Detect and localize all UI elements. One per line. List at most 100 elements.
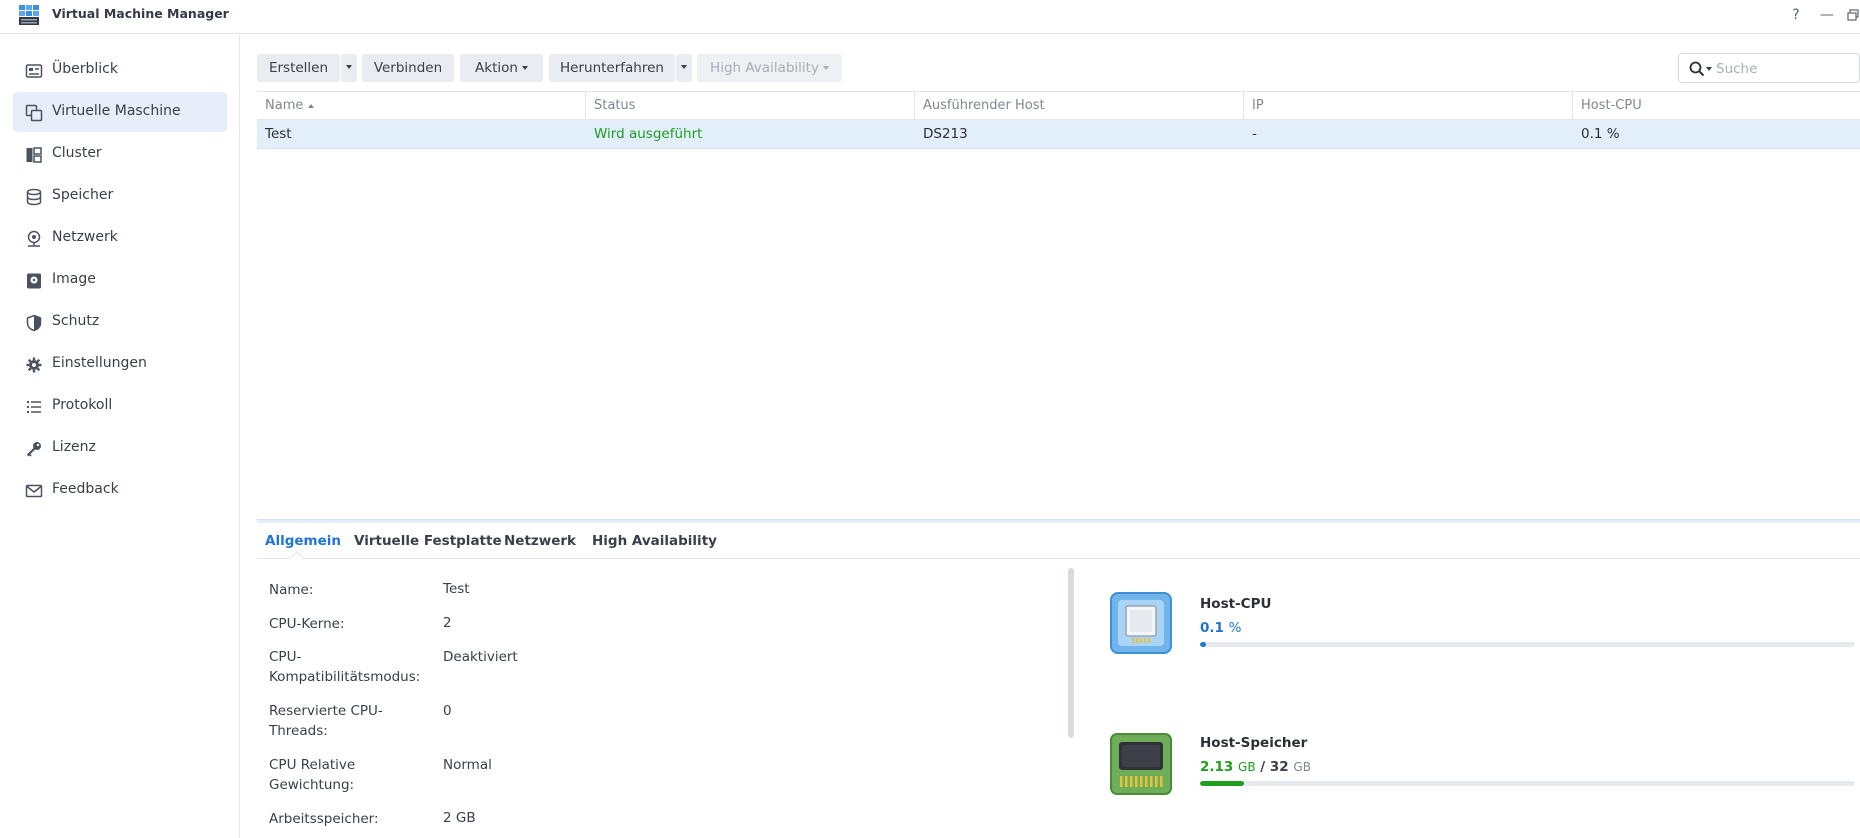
property-label: Arbeitsspeicher:: [269, 811, 379, 827]
sidebar-item-virtual-machine[interactable]: Virtuelle Maschine: [13, 92, 227, 132]
column-header-label: Name: [265, 98, 304, 113]
column-header-host[interactable]: Ausführender Host: [915, 92, 1244, 120]
chevron-down-icon: [521, 66, 528, 70]
search-icon: [1689, 61, 1705, 77]
tab-general[interactable]: Allgemein: [265, 523, 341, 559]
sidebar-item-label: Virtuelle Maschine: [52, 103, 181, 119]
action-button[interactable]: Aktion: [460, 54, 543, 82]
property-label-line: Reservierte CPU-: [269, 703, 383, 719]
memory-module-icon: [1110, 733, 1172, 795]
cpu-chip-icon: [1110, 592, 1172, 654]
cell-status: Wird ausgeführt: [594, 126, 703, 142]
image-icon: [27, 273, 41, 289]
cell-ip: -: [1252, 126, 1257, 142]
shutdown-dropdown-button[interactable]: [676, 54, 692, 82]
sidebar-item-label: Netzwerk: [52, 229, 118, 245]
sidebar-item-label: Protokoll: [52, 397, 113, 413]
property-label-line: CPU Relative: [269, 757, 356, 773]
connect-button[interactable]: Verbinden: [362, 54, 454, 82]
network-icon: [27, 230, 41, 247]
host-cpu-title: Host-CPU: [1200, 596, 1272, 612]
sidebar-item-storage[interactable]: Speicher: [13, 176, 227, 216]
minimize-button[interactable]: —: [1816, 4, 1838, 26]
sidebar-item-label: Überblick: [52, 61, 118, 77]
host-memory-used: 2.13: [1200, 759, 1234, 775]
host-memory-separator: /: [1260, 759, 1266, 775]
host-memory-title: Host-Speicher: [1200, 735, 1308, 751]
property-label: CPU-Kerne:: [269, 616, 345, 632]
shield-icon: [26, 314, 42, 332]
shutdown-button[interactable]: Herunterfahren: [549, 54, 675, 82]
sidebar-item-settings[interactable]: Einstellungen: [13, 344, 227, 384]
storage-icon: [26, 188, 42, 206]
create-dropdown-button[interactable]: [341, 54, 357, 82]
property-label-line: CPU-: [269, 649, 302, 665]
sidebar-item-protection[interactable]: Schutz: [13, 302, 227, 342]
overview-icon: [25, 64, 43, 78]
host-cpu-progress: [1200, 642, 1855, 647]
chevron-down-icon: [346, 64, 352, 69]
sidebar-item-label: Cluster: [52, 145, 102, 161]
sidebar-item-cluster[interactable]: Cluster: [13, 134, 227, 174]
sidebar-item-overview[interactable]: Überblick: [13, 50, 227, 90]
sidebar-item-network[interactable]: Netzwerk: [13, 218, 227, 258]
property-label-line: Kompatibilitätsmodus:: [269, 669, 421, 685]
property-label: Reservierte CPU- Threads:: [269, 701, 429, 741]
high-availability-button[interactable]: High Availability: [697, 54, 842, 82]
host-cpu-progress-fill: [1200, 642, 1206, 647]
property-value: 2 GB: [443, 810, 476, 826]
column-header-name[interactable]: Name: [257, 92, 586, 120]
column-header-host-cpu[interactable]: Host-CPU: [1573, 92, 1860, 120]
restore-window-button[interactable]: [1842, 4, 1860, 26]
virtual-machine-icon: [25, 104, 43, 122]
sidebar-item-image[interactable]: Image: [13, 260, 227, 300]
create-button[interactable]: Erstellen: [257, 54, 340, 82]
chevron-down-icon: [822, 66, 829, 70]
search-box[interactable]: [1678, 53, 1860, 83]
sidebar-item-label: Lizenz: [52, 439, 96, 455]
host-memory-total-unit: GB: [1293, 760, 1311, 774]
chevron-down-icon: [681, 64, 687, 69]
host-cpu-unit: %: [1228, 620, 1242, 636]
action-button-label: Aktion: [475, 60, 518, 76]
detail-scrollbar[interactable]: [1068, 568, 1074, 738]
tab-network[interactable]: Netzwerk: [504, 523, 576, 559]
host-cpu-number: 0.1: [1200, 620, 1224, 636]
sidebar-item-feedback[interactable]: Feedback: [13, 470, 227, 510]
property-label-line: Threads:: [269, 723, 328, 739]
sidebar-item-label: Image: [52, 271, 96, 287]
cluster-icon: [26, 147, 42, 163]
property-value: Normal: [443, 757, 492, 773]
host-cpu-value: 0.1 %: [1200, 620, 1241, 636]
cell-name: Test: [265, 126, 292, 142]
table-row[interactable]: Test Wird ausgeführt DS213 - 0.1 %: [257, 120, 1860, 149]
cell-host-cpu: 0.1 %: [1581, 126, 1620, 142]
property-value: Test: [443, 581, 470, 597]
detail-tabs: Allgemein Virtuelle Festplatte Netzwerk …: [257, 523, 1860, 559]
search-input[interactable]: [1716, 59, 1856, 79]
property-label-line: Gewichtung:: [269, 777, 355, 793]
sidebar-item-label: Einstellungen: [52, 355, 147, 371]
cell-host: DS213: [923, 126, 968, 142]
sidebar: Überblick Virtuelle Maschine Cluster Spe…: [0, 35, 240, 838]
tab-virtual-disk[interactable]: Virtuelle Festplatte: [354, 523, 502, 559]
sidebar-item-log[interactable]: Protokoll: [13, 386, 227, 426]
property-label: CPU- Kompatibilitätsmodus:: [269, 647, 429, 687]
property-label: Name:: [269, 582, 314, 598]
log-list-icon: [27, 401, 41, 413]
column-header-status[interactable]: Status: [586, 92, 915, 120]
sidebar-item-license[interactable]: Lizenz: [13, 428, 227, 468]
sidebar-item-label: Speicher: [52, 187, 114, 203]
host-memory-progress: [1200, 781, 1855, 786]
high-availability-button-label: High Availability: [710, 60, 819, 76]
help-button[interactable]: ?: [1785, 4, 1807, 26]
gear-icon: [26, 357, 42, 373]
host-memory-progress-fill: [1200, 781, 1244, 786]
column-header-ip[interactable]: IP: [1244, 92, 1573, 120]
host-memory-total: 32: [1269, 759, 1289, 775]
property-value: 2: [443, 615, 452, 631]
tab-high-availability[interactable]: High Availability: [592, 523, 717, 559]
sidebar-item-label: Feedback: [52, 481, 119, 497]
host-memory-used-unit: GB: [1238, 760, 1256, 774]
search-options-icon[interactable]: [1706, 67, 1712, 71]
